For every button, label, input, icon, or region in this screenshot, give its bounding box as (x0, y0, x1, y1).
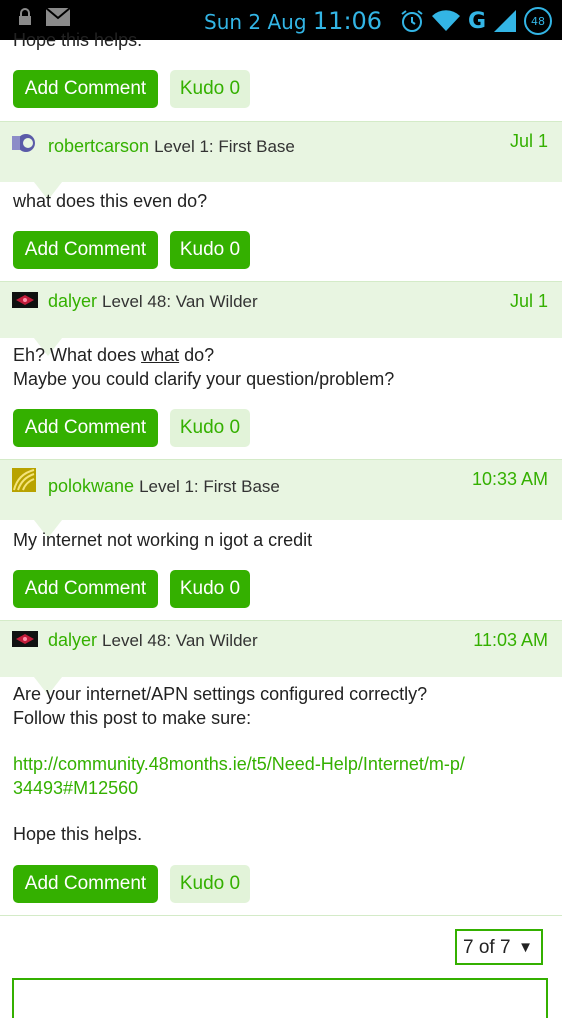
battery-icon: 48 (524, 7, 552, 35)
post-link-line[interactable]: 34493#M12560 (13, 776, 465, 800)
author-name[interactable]: dalyer (48, 291, 97, 311)
prev-post-tail-text: Hope this helps. (13, 30, 143, 50)
status-clock: Sun 2 Aug 11:06 (204, 7, 382, 35)
post-header: dalyer Level 48: Van Wilder Jul 1 (0, 281, 562, 356)
kudo-button[interactable]: Kudo 0 (170, 70, 250, 108)
kudo-button[interactable]: Kudo 0 (170, 865, 250, 903)
add-comment-button[interactable]: Add Comment (13, 865, 158, 903)
kudo-button[interactable]: Kudo 0 (170, 409, 250, 447)
author-level: Level 48: Van Wilder (102, 631, 258, 650)
post-body: My internet not working n igot a credit (13, 530, 313, 550)
avatar (12, 292, 38, 308)
chevron-down-icon: ▼ (518, 939, 533, 956)
author-name[interactable]: dalyer (48, 630, 97, 650)
reply-box[interactable] (12, 978, 548, 1018)
status-time: 11:06 (312, 7, 383, 35)
kudo-button[interactable]: Kudo 0 (170, 570, 250, 608)
post-date: 11:03 AM (473, 630, 548, 650)
add-comment-button[interactable]: Add Comment (13, 70, 158, 108)
text-segment: Eh? What does (13, 345, 142, 365)
author-level: Level 1: First Base (139, 477, 280, 496)
signal-icon (494, 10, 516, 32)
add-comment-button[interactable]: Add Comment (13, 570, 158, 608)
post-body: Are your internet/APN settings configure… (13, 682, 427, 730)
post-date: Jul 1 (509, 291, 548, 311)
author-name[interactable]: robertcarson (48, 136, 149, 156)
post-closing: Hope this helps. (13, 824, 143, 844)
post-body-line: Follow this post to make sure: (13, 708, 252, 728)
post-body: what does this even do? (13, 191, 208, 211)
page-selector[interactable]: 7 of 7 ▼ (455, 929, 543, 965)
post-body: Eh? What does what do? Maybe you could c… (13, 343, 394, 391)
avatar (12, 631, 38, 647)
post-header: robertcarson Level 1: First Base Jul 1 (0, 121, 562, 200)
page-selector-label: 7 of 7 (463, 937, 511, 958)
divider (0, 915, 562, 916)
add-comment-button[interactable]: Add Comment (13, 409, 158, 447)
alarm-icon (401, 10, 423, 32)
post-header: dalyer Level 48: Van Wilder 11:03 AM (0, 620, 562, 695)
post-author[interactable]: robertcarson Level 1: First Base (48, 136, 295, 157)
author-level: Level 48: Van Wilder (102, 292, 258, 311)
author-name[interactable]: polokwane (48, 476, 134, 496)
post-author[interactable]: dalyer Level 48: Van Wilder (48, 630, 258, 651)
lock-icon (19, 8, 31, 25)
text-segment: do? (179, 345, 215, 365)
battery-level: 48 (531, 14, 545, 28)
status-date: Sun 2 Aug (204, 10, 307, 34)
post-date: 10:33 AM (471, 469, 548, 489)
underlined-word: what (141, 345, 180, 365)
author-level: Level 1: First Base (154, 137, 295, 156)
post-author[interactable]: polokwane Level 1: First Base (48, 476, 280, 497)
mail-icon (46, 8, 70, 26)
avatar (12, 132, 38, 154)
kudo-button[interactable]: Kudo 0 (170, 231, 250, 269)
post-link[interactable]: http://community.48months.ie/t5/Need-Hel… (13, 752, 465, 800)
post-body-line: Are your internet/APN settings configure… (13, 684, 428, 704)
add-comment-button[interactable]: Add Comment (13, 231, 158, 269)
post-body-line: Eh? What does what do? (13, 343, 394, 367)
wifi-icon (431, 10, 460, 32)
post-body-line: Maybe you could clarify your question/pr… (13, 369, 395, 389)
network-type: G (467, 8, 486, 34)
post-date: Jul 1 (509, 131, 548, 151)
post-header: polokwane Level 1: First Base 10:33 AM (0, 459, 562, 538)
post-link-line[interactable]: http://community.48months.ie/t5/Need-Hel… (13, 752, 465, 776)
avatar (12, 468, 36, 492)
post-author[interactable]: dalyer Level 48: Van Wilder (48, 291, 258, 312)
